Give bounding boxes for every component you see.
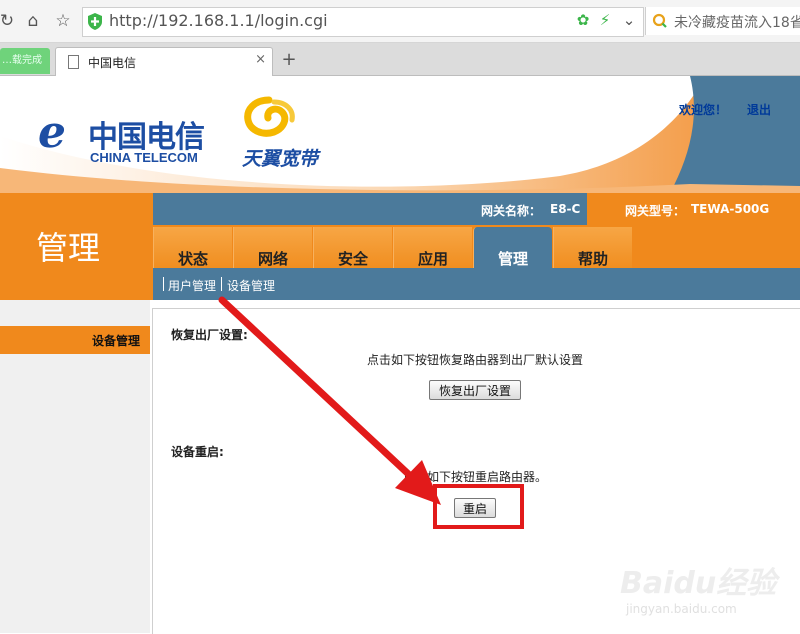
tab-current[interactable]: 中国电信 ×	[55, 47, 273, 76]
gateway-info-bar: 网关名称： E8-C 网关型号： TEWA-500G	[153, 193, 800, 225]
factory-reset-heading: 恢复出厂设置:	[171, 328, 248, 342]
section-header: 管理	[0, 193, 153, 300]
gateway-model-label: 网关型号：	[625, 204, 686, 218]
tianyi-swirl-icon	[244, 96, 295, 137]
reload-icon[interactable]: ↻	[0, 10, 18, 32]
router-banner: ℯ 中国电信 CHINA TELECOM 天翼宽带	[0, 76, 800, 193]
sub-menu-divider	[163, 277, 164, 291]
tab-management-label: 管理	[497, 250, 528, 268]
main-menu: 状态 网络 安全 应用 管理 帮助	[153, 225, 800, 268]
baidu-watermark: Baidu经验 jingyan.baidu.com	[620, 550, 800, 633]
tab-security-label: 安全	[337, 250, 368, 268]
sidebar-item-device-management[interactable]: 设备管理	[0, 326, 150, 354]
tianyi-text: 天翼宽带	[242, 148, 319, 170]
tab-application-label: 应用	[417, 250, 448, 268]
reboot-description: 点击如下按钮重启路由器。	[403, 470, 548, 484]
submenu-user-management[interactable]: 用户管理	[168, 277, 216, 294]
browser-toolbar: ↻ ⌂ ☆ http://192.168.1.1/login.cgi ✿ ⚡ ⌄…	[0, 0, 800, 43]
annotation-highlight-box	[433, 484, 524, 529]
tab-management[interactable]: 管理	[473, 227, 552, 268]
sidebar-item-label: 设备管理	[91, 334, 140, 348]
sidebar: 设备管理	[0, 300, 150, 633]
address-bar[interactable]: http://192.168.1.1/login.cgi	[82, 7, 644, 37]
tab-current-title: 中国电信	[88, 56, 137, 70]
gateway-model-box: 网关型号： TEWA-500G	[587, 193, 800, 225]
watermark-url: jingyan.baidu.com	[626, 602, 737, 616]
shield-icon	[88, 13, 102, 30]
logo-english: CHINA TELECOM	[90, 150, 198, 165]
tianyi-logo: 天翼宽带	[240, 96, 330, 176]
tab-strip: …载完成 中国电信 × +	[0, 43, 800, 76]
gateway-name-value: E8-C	[550, 202, 581, 216]
watermark-brand: Baidu经验	[620, 566, 777, 601]
tab-status-label: 状态	[177, 250, 208, 268]
document-icon	[68, 55, 79, 69]
tab-previous[interactable]: …载完成	[0, 48, 50, 74]
telecom-mark-icon: ℯ	[38, 107, 66, 158]
gateway-name-label: 网关名称：	[481, 204, 542, 218]
lightning-icon[interactable]: ⚡	[596, 11, 614, 29]
tab-previous-label: …载完成	[2, 55, 42, 66]
tab-help[interactable]: 帮助	[553, 227, 632, 268]
factory-reset-description: 点击如下按钮恢复路由器到出厂默认设置	[367, 353, 584, 367]
gateway-model-value: TEWA-500G	[691, 202, 770, 216]
close-icon[interactable]: ×	[255, 52, 266, 67]
chevron-down-icon[interactable]: ⌄	[620, 11, 638, 29]
tab-help-label: 帮助	[577, 250, 608, 268]
star-icon[interactable]: ☆	[52, 10, 74, 32]
logout-link[interactable]: 退出	[747, 101, 771, 118]
speed-dial-icon[interactable]: ✿	[574, 11, 592, 29]
submenu-device-management[interactable]: 设备管理	[227, 277, 275, 294]
tab-network-label: 网络	[257, 250, 288, 268]
china-telecom-logo: ℯ 中国电信 CHINA TELECOM	[38, 110, 213, 166]
tab-application[interactable]: 应用	[393, 227, 472, 268]
tab-network[interactable]: 网络	[233, 227, 312, 268]
home-icon[interactable]: ⌂	[22, 10, 44, 32]
sub-menu: 用户管理 设备管理	[153, 268, 800, 300]
tab-status[interactable]: 状态	[153, 227, 232, 268]
search-text: 未冷藏疫苗流入18省	[674, 15, 800, 31]
url-text: http://192.168.1.1/login.cgi	[109, 11, 328, 30]
factory-reset-button[interactable]: 恢复出厂设置	[429, 380, 521, 400]
search-input[interactable]: 未冷藏疫苗流入18省	[645, 7, 800, 35]
sub-menu-divider	[221, 277, 222, 291]
tab-security[interactable]: 安全	[313, 227, 392, 268]
reboot-heading: 设备重启:	[171, 445, 224, 459]
welcome-text: 欢迎您！	[679, 103, 728, 117]
search-icon	[652, 13, 667, 28]
page-title: 管理	[36, 229, 101, 267]
new-tab-button[interactable]: +	[278, 49, 300, 71]
